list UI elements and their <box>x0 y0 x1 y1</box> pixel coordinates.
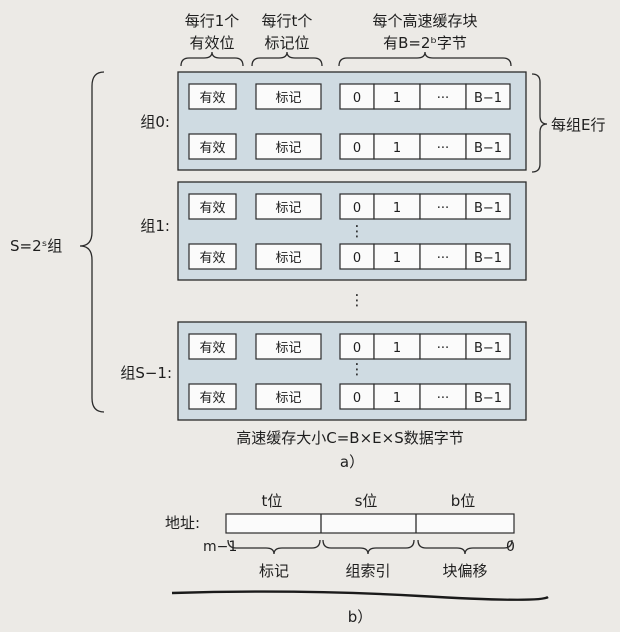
block-offset-field-label: 块偏移 <box>442 562 487 580</box>
valid-cell-text: 有效 <box>199 391 225 406</box>
cache-organization-figure: 每行1个 有效位 每行t个 标记位 每个高速缓存块 有B=2ᵇ字节 有效 标记 0 1… <box>0 0 620 632</box>
byte-0-cell-text: 0 <box>353 391 361 406</box>
set-0-label: 组0: <box>140 113 170 131</box>
lines-per-set-label: 每组E行 <box>551 116 605 134</box>
tag-field-label: 标记 <box>259 562 289 580</box>
byte-1-cell-text: 1 <box>393 341 401 356</box>
tag-cell-text: 标记 <box>275 141 301 156</box>
tag-field-brace <box>227 539 321 555</box>
byte-last-cell-text: B−1 <box>474 201 502 216</box>
block-offset-field-brace <box>417 539 513 555</box>
tag-column-brace <box>251 51 323 67</box>
byte-1-cell-text: 1 <box>393 251 401 266</box>
sets-ellipsis: ⋮ <box>350 291 365 309</box>
address-bit-field <box>225 513 515 534</box>
byte-ellipsis-cell-text: ··· <box>437 391 449 406</box>
address-label: 地址: <box>165 514 200 532</box>
byte-0-cell-text: 0 <box>353 141 361 156</box>
set-s-minus-1-label: 组S−1: <box>120 364 172 382</box>
block-bytes-caption-line1: 每个高速缓存块 <box>372 12 477 30</box>
valid-bits-caption-line2: 有效位 <box>189 34 234 52</box>
sets-total-label: S=2ˢ组 <box>10 237 62 255</box>
caption-b: b） <box>348 608 373 626</box>
byte-0-cell-text: 0 <box>353 201 361 216</box>
set-index-field-label: 组索引 <box>345 562 390 580</box>
tag-bits-caption-line1: 每行t个 <box>262 12 313 30</box>
valid-cell-text: 有效 <box>199 201 225 216</box>
byte-1-cell-text: 1 <box>393 391 401 406</box>
t-bits-label: t位 <box>262 492 283 510</box>
block-column-brace <box>338 51 512 67</box>
valid-bits-caption-line1: 每行1个 <box>185 12 240 30</box>
byte-last-cell-text: B−1 <box>474 391 502 406</box>
byte-ellipsis-cell-text: ··· <box>437 341 449 356</box>
tag-cell-text: 标记 <box>275 201 301 216</box>
valid-cell-text: 有效 <box>199 341 225 356</box>
valid-cell-text: 有效 <box>199 141 225 156</box>
valid-cell-text: 有效 <box>199 91 225 106</box>
tag-bits-caption-line2: 标记位 <box>264 34 309 52</box>
set-index-field-brace <box>322 539 415 555</box>
byte-last-cell-text: B−1 <box>474 251 502 266</box>
valid-column-brace <box>180 51 244 67</box>
byte-0-cell-text: 0 <box>353 91 361 106</box>
bottom-divider-line <box>171 590 549 601</box>
byte-last-cell-text: B−1 <box>474 91 502 106</box>
valid-cell-text: 有效 <box>199 251 225 266</box>
lines-per-set-brace <box>531 73 548 173</box>
sets-total-brace <box>79 71 105 413</box>
caption-a: a） <box>340 453 364 471</box>
s-bits-label: s位 <box>355 492 378 510</box>
b-bits-label: b位 <box>451 492 476 510</box>
byte-ellipsis-cell-text: ··· <box>437 201 449 216</box>
set-1-lines-ellipsis: ⋮ <box>350 222 365 240</box>
tag-cell-text: 标记 <box>275 341 301 356</box>
block-bytes-caption-line2: 有B=2ᵇ字节 <box>383 34 467 52</box>
cache-size-formula: 高速缓存大小C=B×E×S数据字节 <box>236 429 463 447</box>
byte-0-cell-text: 0 <box>353 251 361 266</box>
tag-cell-text: 标记 <box>275 251 301 266</box>
cache-set-0: 有效 标记 0 1 ··· B−1有效 标记 0 1 ··· B−1 <box>177 71 527 171</box>
byte-ellipsis-cell-text: ··· <box>437 91 449 106</box>
tag-cell-text: 标记 <box>275 391 301 406</box>
byte-ellipsis-cell-text: ··· <box>437 141 449 156</box>
byte-last-cell-text: B−1 <box>474 341 502 356</box>
byte-1-cell-text: 1 <box>393 141 401 156</box>
byte-1-cell-text: 1 <box>393 91 401 106</box>
set-s-lines-ellipsis: ⋮ <box>350 360 365 378</box>
tag-cell-text: 标记 <box>275 91 301 106</box>
byte-1-cell-text: 1 <box>393 201 401 216</box>
set-1-label: 组1: <box>140 217 170 235</box>
byte-last-cell-text: B−1 <box>474 141 502 156</box>
byte-0-cell-text: 0 <box>353 341 361 356</box>
byte-ellipsis-cell-text: ··· <box>437 251 449 266</box>
cache-diagram-svg: 每行1个 有效位 每行t个 标记位 每个高速缓存块 有B=2ᵇ字节 有效 标记 0 1… <box>10 12 605 626</box>
